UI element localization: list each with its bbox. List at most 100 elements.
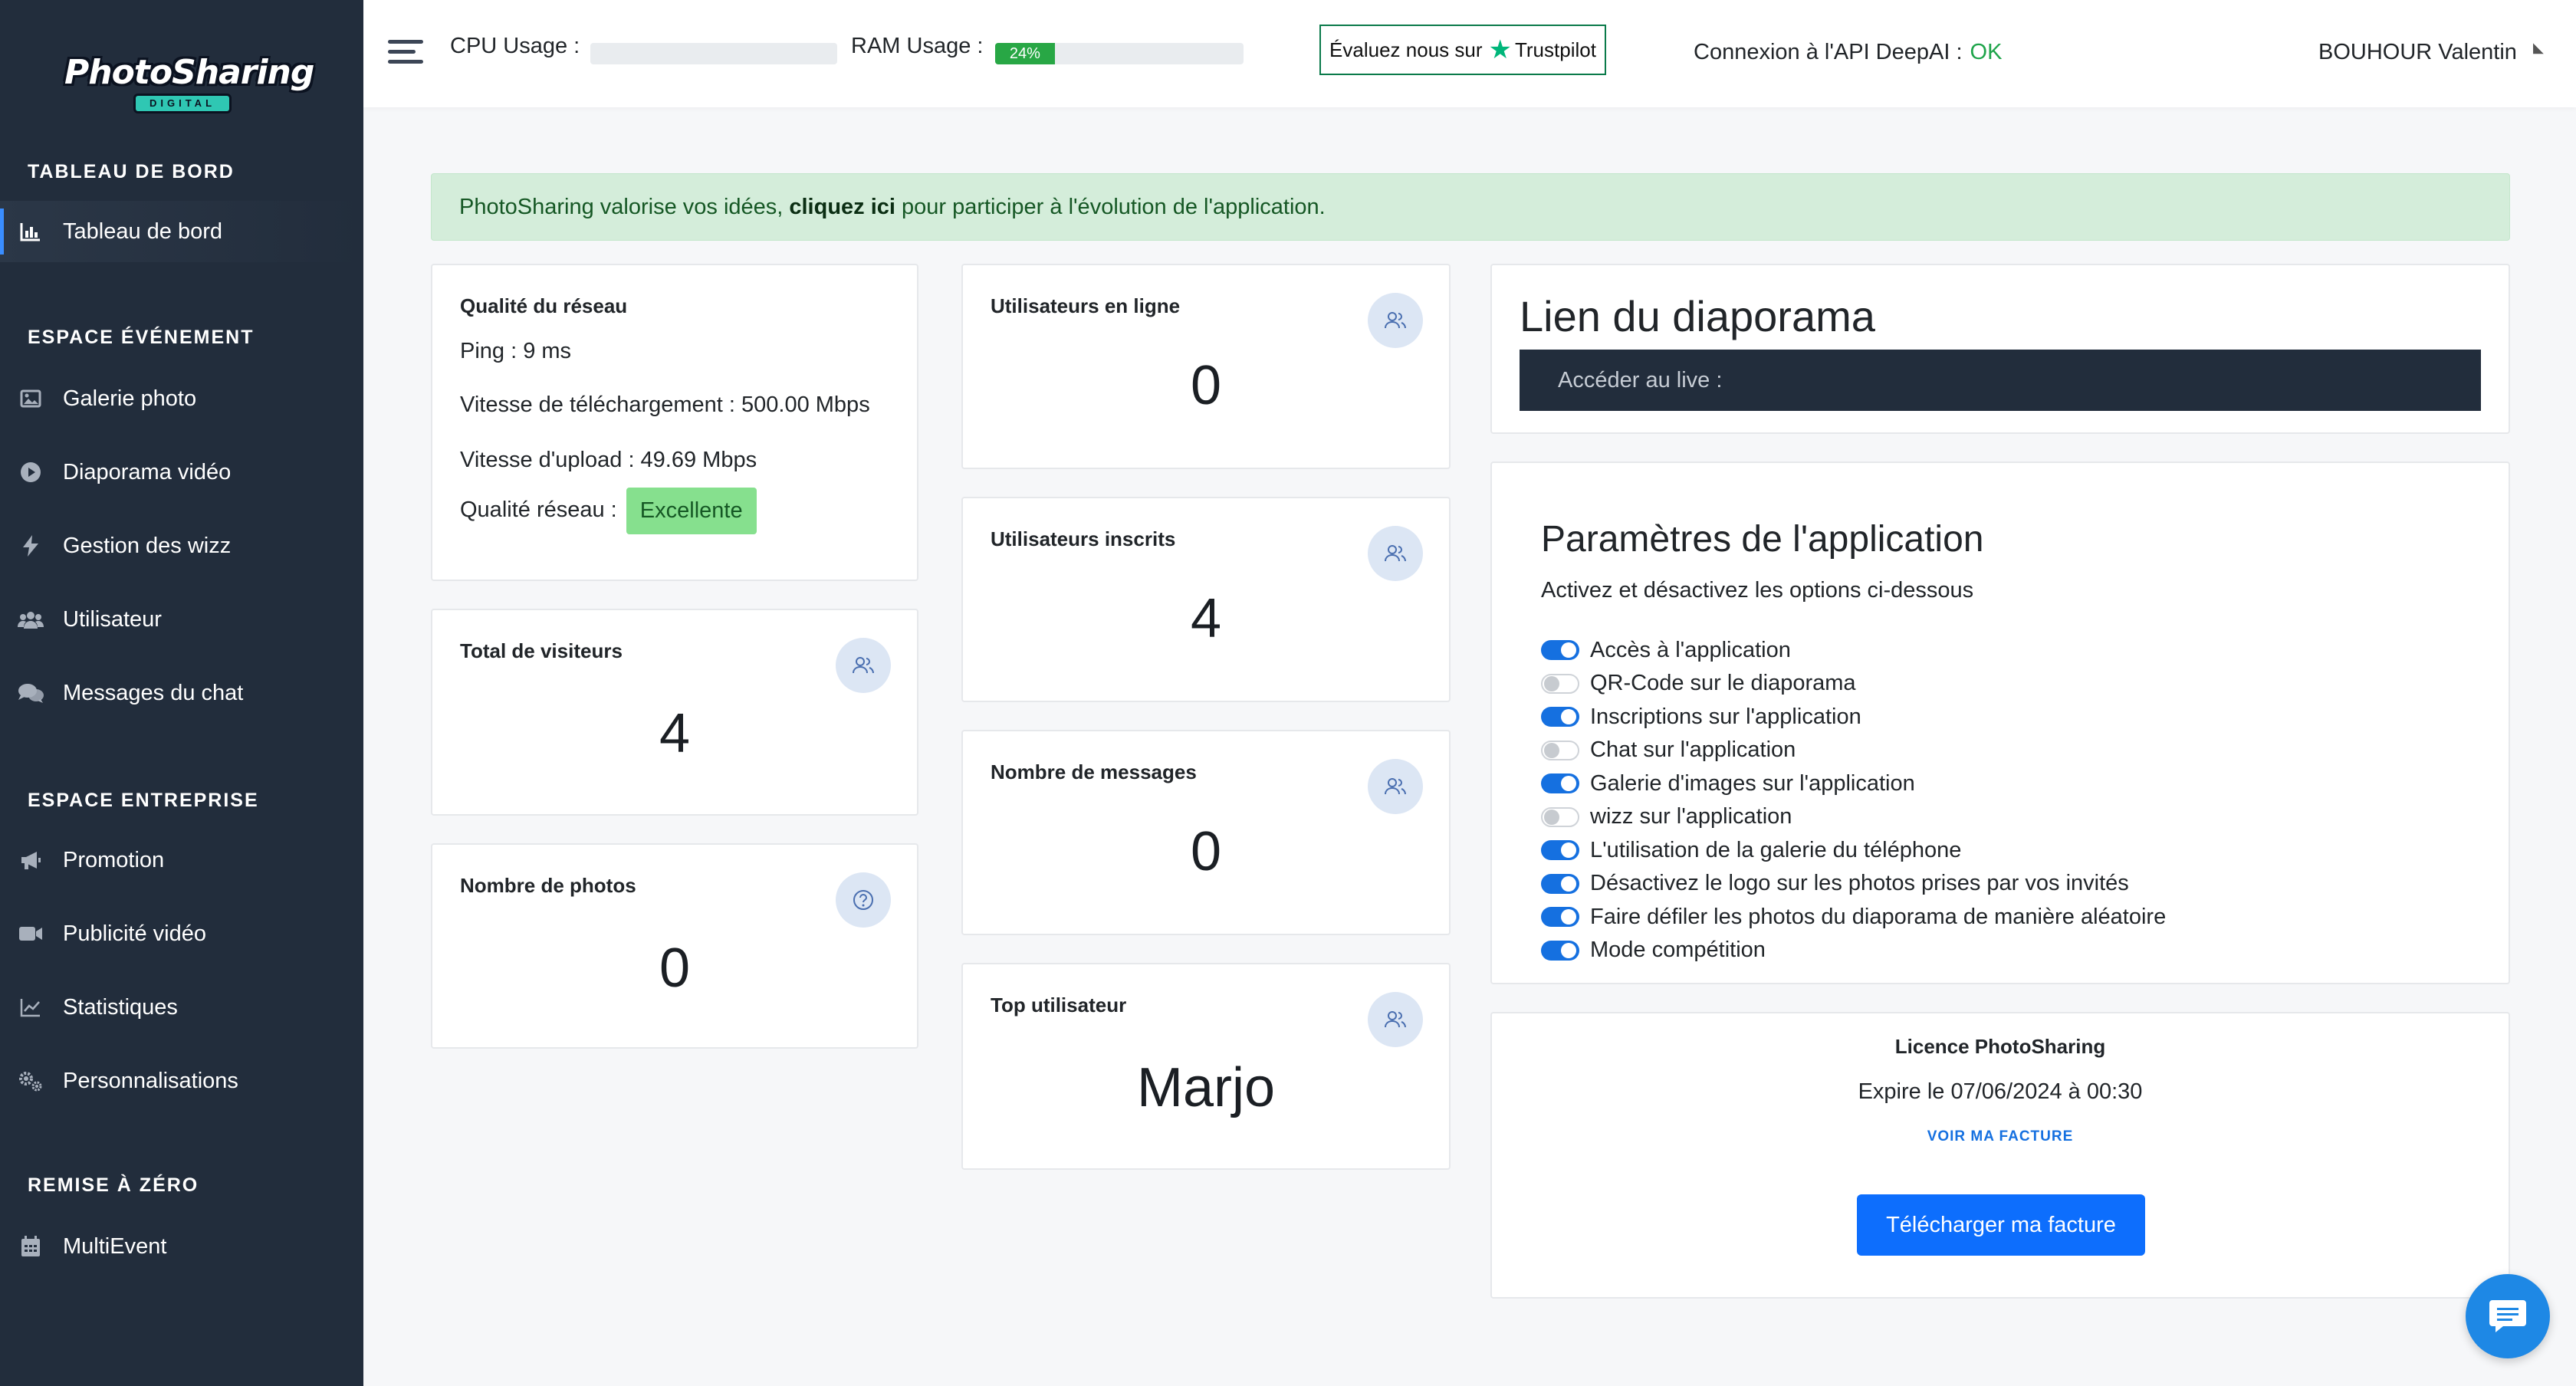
calendar-icon: [17, 1233, 44, 1260]
logo-wordmark: PhotoSharing: [64, 53, 314, 92]
alert-link[interactable]: cliquez ici: [789, 195, 895, 220]
toggle-switch[interactable]: [1541, 840, 1579, 860]
toggle-knob: [1561, 875, 1576, 892]
sidebar-section-event: ESPACE ÉVÉNEMENT: [28, 327, 255, 348]
sidebar-item-label: Galerie photo: [63, 386, 197, 411]
users-icon: [1368, 992, 1423, 1047]
users-icon: [1368, 526, 1423, 581]
slideshow-link-card: Lien du diaporama Accéder au live :: [1490, 264, 2510, 434]
toggle-switch[interactable]: [1541, 873, 1579, 894]
settings-title: Paramètres de l'application: [1541, 519, 1984, 560]
trustpilot-brand: Trustpilot: [1514, 38, 1596, 61]
toggle-knob: [1544, 742, 1559, 758]
settings-option[interactable]: wizz sur l'application: [1541, 803, 1792, 831]
sidebar-item-label: Statistiques: [63, 994, 178, 1020]
top-user-card: Top utilisateur Marjo: [961, 963, 1451, 1170]
settings-option-label: Inscriptions sur l'application: [1590, 704, 1861, 729]
chat-widget-button[interactable]: [2466, 1274, 2550, 1358]
trustpilot-button[interactable]: Évaluez nous sur ★ Trustpilot: [1319, 25, 1606, 75]
app-settings-card: Paramètres de l'application Activez et d…: [1490, 461, 2510, 984]
settings-subtitle: Activez et désactivez les options ci-des…: [1541, 578, 1974, 603]
megaphone-icon: [17, 846, 44, 874]
image-icon: [17, 385, 44, 412]
bolt-icon: [17, 532, 44, 560]
sidebar-item-promotion[interactable]: Promotion: [0, 829, 363, 891]
toggle-knob: [1561, 642, 1576, 658]
sidebar-item-label: Diaporama vidéo: [63, 459, 232, 484]
sidebar-item-users[interactable]: Utilisateur: [0, 589, 363, 650]
line-chart-icon: [17, 994, 44, 1021]
toggle-switch[interactable]: [1541, 907, 1579, 927]
sidebar-section-dashboard: TABLEAU DE BORD: [28, 161, 235, 182]
settings-option[interactable]: Faire défiler les photos du diaporama de…: [1541, 903, 2166, 931]
hamburger-menu-icon[interactable]: [388, 40, 423, 67]
toggle-switch[interactable]: [1541, 707, 1579, 727]
view-invoice-link[interactable]: VOIR MA FACTURE: [1492, 1128, 2509, 1145]
license-expiry: Expire le 07/06/2024 à 00:30: [1858, 1079, 2143, 1104]
toggle-knob: [1561, 909, 1576, 925]
cpu-usage-bar: [590, 43, 837, 64]
toggle-knob: [1561, 776, 1576, 791]
toggle-switch[interactable]: [1541, 640, 1579, 660]
sidebar-item-customizations[interactable]: Personnalisations: [0, 1050, 363, 1112]
sidebar-item-video-slideshow[interactable]: Diaporama vidéo: [0, 442, 363, 503]
top-bar: CPU Usage : RAM Usage : 24% Évaluez nous…: [363, 0, 2576, 107]
trustpilot-prefix: Évaluez nous sur: [1329, 38, 1483, 61]
sidebar-item-label: Tableau de bord: [63, 218, 222, 244]
live-access-link[interactable]: Accéder au live :: [1520, 350, 2481, 411]
app-logo[interactable]: PhotoSharing DIGITAL: [64, 51, 314, 117]
card-title: Qualité du réseau: [460, 294, 628, 317]
card-title: Utilisateurs inscrits: [991, 527, 1176, 550]
sidebar-item-multievent[interactable]: MultiEvent: [0, 1216, 363, 1277]
toggle-switch[interactable]: [1541, 740, 1579, 760]
settings-option[interactable]: Inscriptions sur l'application: [1541, 703, 1861, 731]
network-quality-badge: Excellente: [626, 488, 757, 534]
settings-option[interactable]: Mode compétition: [1541, 937, 1766, 964]
sidebar-item-statistics[interactable]: Statistiques: [0, 977, 363, 1038]
settings-option-label: Accès à l'application: [1590, 637, 1791, 662]
api-status: Connexion à l'API DeepAI : OK: [1694, 40, 2002, 65]
card-value: 4: [1190, 588, 1222, 649]
settings-option[interactable]: Désactivez le logo sur les photos prises…: [1541, 870, 2129, 898]
settings-option-label: wizz sur l'application: [1590, 804, 1792, 829]
network-quality-label: Qualité réseau :: [460, 498, 617, 523]
settings-option[interactable]: Chat sur l'application: [1541, 737, 1796, 764]
sidebar-item-label: Messages du chat: [63, 680, 244, 705]
toggle-switch[interactable]: [1541, 940, 1579, 961]
user-menu[interactable]: BOUHOUR Valentin: [2318, 40, 2517, 65]
toggle-switch[interactable]: [1541, 673, 1579, 694]
license-card: Licence PhotoSharing Expire le 07/06/202…: [1490, 1012, 2510, 1299]
total-visitors-card: Total de visiteurs 4: [431, 609, 918, 816]
photo-count-card: Nombre de photos 0: [431, 843, 918, 1049]
settings-option[interactable]: L'utilisation de la galerie du téléphone: [1541, 836, 1961, 864]
sidebar: PhotoSharing DIGITAL TABLEAU DE BORD Tab…: [0, 0, 363, 1386]
sidebar-item-video-ads[interactable]: Publicité vidéo: [0, 903, 363, 964]
settings-option[interactable]: QR-Code sur le diaporama: [1541, 670, 1856, 698]
chat-bubbles-icon: [17, 679, 44, 707]
user-menu-caret-icon[interactable]: ◣: [2533, 40, 2544, 56]
sidebar-item-wizz[interactable]: Gestion des wizz: [0, 515, 363, 576]
download-speed: Vitesse de téléchargement : 500.00 Mbps: [460, 392, 870, 417]
settings-option[interactable]: Accès à l'application: [1541, 636, 1791, 664]
download-invoice-button[interactable]: Télécharger ma facture: [1857, 1194, 2145, 1256]
toggle-knob: [1561, 942, 1576, 958]
settings-option-label: Galerie d'images sur l'application: [1590, 770, 1915, 796]
toggle-switch[interactable]: [1541, 773, 1579, 793]
ram-usage-fill: 24%: [995, 43, 1055, 64]
sidebar-item-photo-gallery[interactable]: Galerie photo: [0, 368, 363, 429]
network-quality-row: Qualité réseau : Excellente: [460, 488, 757, 534]
card-value: Marjo: [1136, 1057, 1276, 1118]
ram-usage-label: RAM Usage :: [851, 34, 984, 58]
sidebar-item-label: Gestion des wizz: [63, 533, 232, 558]
toggle-switch[interactable]: [1541, 806, 1579, 827]
toggle-knob: [1544, 809, 1559, 825]
settings-option[interactable]: Galerie d'images sur l'application: [1541, 770, 1915, 797]
toggle-knob: [1544, 675, 1559, 691]
card-value: 0: [1190, 355, 1222, 416]
sidebar-section-reset: REMISE À ZÉRO: [28, 1174, 199, 1196]
sidebar-item-label: Personnalisations: [63, 1068, 238, 1093]
sidebar-item-chat-messages[interactable]: Messages du chat: [0, 662, 363, 724]
toggle-knob: [1561, 842, 1576, 858]
sidebar-item-dashboard[interactable]: Tableau de bord: [0, 201, 363, 262]
logo-subtitle: DIGITAL: [133, 94, 232, 113]
